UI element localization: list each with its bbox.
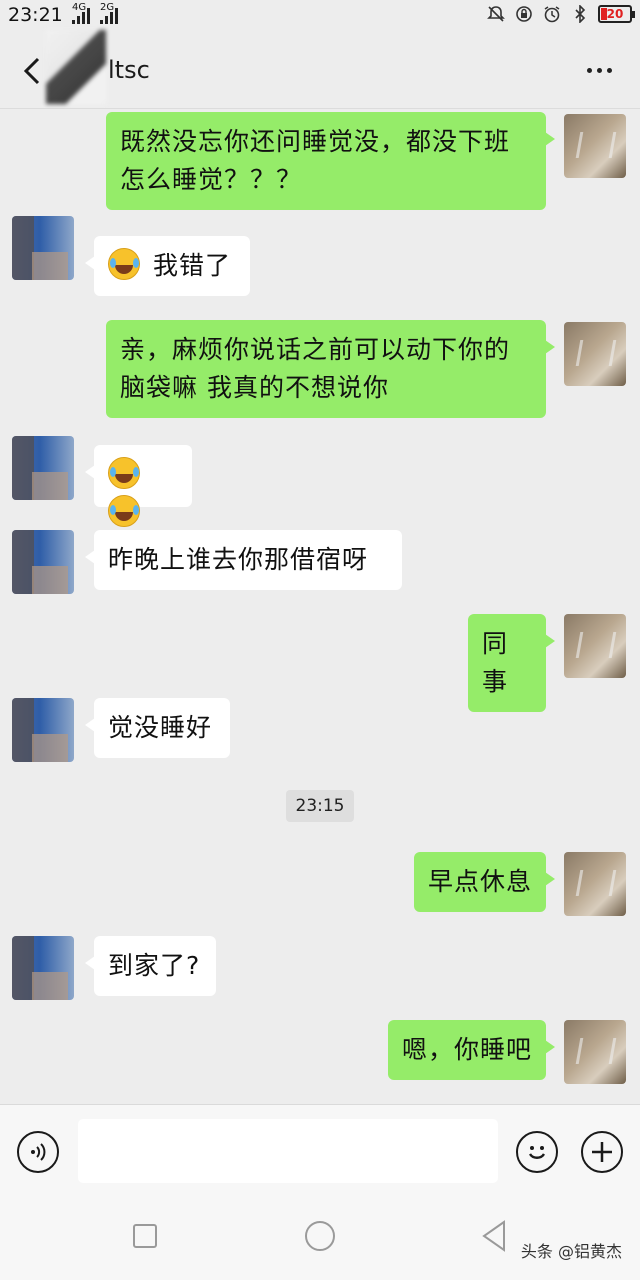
message-text: 嗯，你睡吧 <box>402 1035 533 1064</box>
message-text: 觉没睡好 <box>108 713 213 742</box>
triangle-back-icon <box>482 1220 505 1252</box>
contact-avatar[interactable] <box>12 216 74 280</box>
more-button[interactable] <box>587 68 612 73</box>
smiley-icon <box>528 1146 546 1159</box>
my-avatar[interactable] <box>564 114 626 178</box>
message-bubble-received[interactable]: 觉没睡好 <box>85 698 230 758</box>
nav-back-button[interactable] <box>480 1220 508 1256</box>
contact-avatar[interactable] <box>12 698 74 762</box>
message-text: 亲，麻烦你说话之前可以动下你的脑袋嘛 我真的不想说你 <box>120 335 511 402</box>
message-text: 昨晚上谁去你那借宿呀 <box>108 545 369 574</box>
watermark: 头条 @铝黄杰 <box>520 1242 622 1261</box>
system-nav-bar: 头条 @铝黄杰 <box>0 1198 640 1280</box>
joy-emoji <box>108 457 140 489</box>
message-bubble-received[interactable]: 到家了? <box>85 936 216 996</box>
message-text: 到家了? <box>108 951 201 980</box>
recent-apps-button[interactable] <box>133 1224 157 1248</box>
more-functions-button[interactable] <box>581 1131 623 1173</box>
contact-avatar[interactable] <box>12 936 74 1000</box>
joy-emoji <box>108 495 140 527</box>
message-text: 早点休息 <box>428 867 533 896</box>
plus-icon <box>592 1142 612 1162</box>
status-bar: 23:21 4G 2G 20 <box>0 0 640 34</box>
battery-indicator: 20 <box>598 5 635 23</box>
message-bubble-received[interactable]: 昨晚上谁去你那借宿呀 <box>85 530 402 590</box>
message-bubble-received[interactable]: 我错了 <box>85 236 250 296</box>
contact-avatar-blurred <box>46 30 106 104</box>
bell-off-icon <box>486 4 506 24</box>
message-bubble-sent[interactable]: 早点休息 <box>414 852 555 912</box>
battery-level: 20 <box>606 7 624 21</box>
voice-button[interactable] <box>17 1131 59 1173</box>
more-dots-icon <box>587 68 592 73</box>
message-bubble-sent[interactable]: 既然没忘你还问睡觉没，都没下班怎么睡觉？？？ <box>106 112 555 210</box>
my-avatar[interactable] <box>564 852 626 916</box>
chat-header: ltsc <box>0 30 640 109</box>
bluetooth-icon <box>570 4 590 24</box>
message-text: 我错了 <box>152 251 231 280</box>
message-bubble-received[interactable] <box>85 445 192 527</box>
message-bubble-sent[interactable]: 同事 <box>468 614 555 712</box>
signal-bars-icon <box>72 8 94 24</box>
my-avatar[interactable] <box>564 322 626 386</box>
alarm-lock-icon <box>514 4 534 24</box>
chat-title[interactable]: ltsc <box>108 56 150 84</box>
message-text: 既然没忘你还问睡觉没，都没下班怎么睡觉？？？ <box>120 127 511 194</box>
contact-avatar[interactable] <box>12 530 74 594</box>
message-input-bar <box>0 1104 640 1199</box>
emoji-button[interactable] <box>516 1131 558 1173</box>
contact-avatar[interactable] <box>12 436 74 500</box>
message-input[interactable] <box>78 1119 498 1183</box>
crying-face-emoji <box>108 248 140 280</box>
message-bubble-sent[interactable]: 嗯，你睡吧 <box>388 1020 555 1080</box>
message-bubble-sent[interactable]: 亲，麻烦你说话之前可以动下你的脑袋嘛 我真的不想说你 <box>106 320 555 418</box>
message-timestamp: 23:15 <box>286 790 354 822</box>
alarm-clock-icon <box>542 4 562 24</box>
signal-bars-icon-2 <box>100 8 122 24</box>
home-button[interactable] <box>305 1221 335 1251</box>
voice-icon <box>31 1143 46 1161</box>
my-avatar[interactable] <box>564 1020 626 1084</box>
my-avatar[interactable] <box>564 614 626 678</box>
status-time: 23:21 <box>8 4 63 26</box>
message-text: 同事 <box>482 629 509 696</box>
